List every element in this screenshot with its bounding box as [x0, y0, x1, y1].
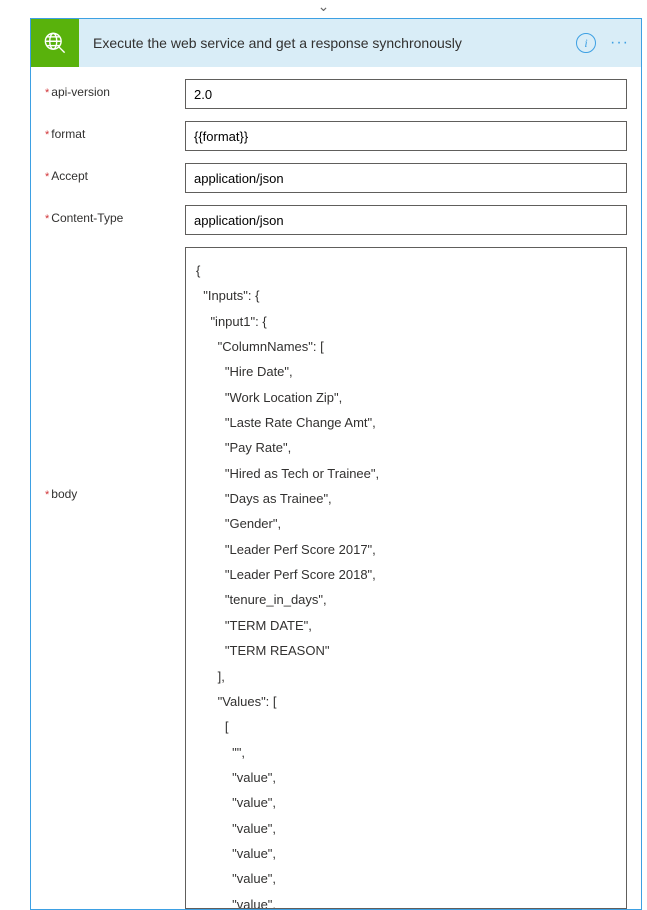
action-title: Execute the web service and get a respon…	[79, 35, 576, 51]
input-body[interactable]: { "Inputs": { "input1": { "ColumnNames":…	[185, 247, 627, 909]
connector-arrow-down: ⌄	[0, 0, 647, 18]
label-body: body	[45, 247, 185, 501]
web-service-icon	[31, 19, 79, 67]
input-api-version[interactable]	[185, 79, 627, 109]
label-api-version: api-version	[45, 79, 185, 99]
card-body: api-version format Accept Content-Type b	[31, 67, 641, 909]
label-format: format	[45, 121, 185, 141]
label-content-type: Content-Type	[45, 205, 185, 225]
card-header[interactable]: Execute the web service and get a respon…	[31, 19, 641, 67]
info-icon[interactable]: i	[576, 33, 596, 53]
more-icon[interactable]: ···	[610, 34, 629, 52]
action-card: Execute the web service and get a respon…	[30, 18, 642, 910]
input-format[interactable]	[185, 121, 627, 151]
input-content-type[interactable]	[185, 205, 627, 235]
label-accept: Accept	[45, 163, 185, 183]
input-accept[interactable]	[185, 163, 627, 193]
